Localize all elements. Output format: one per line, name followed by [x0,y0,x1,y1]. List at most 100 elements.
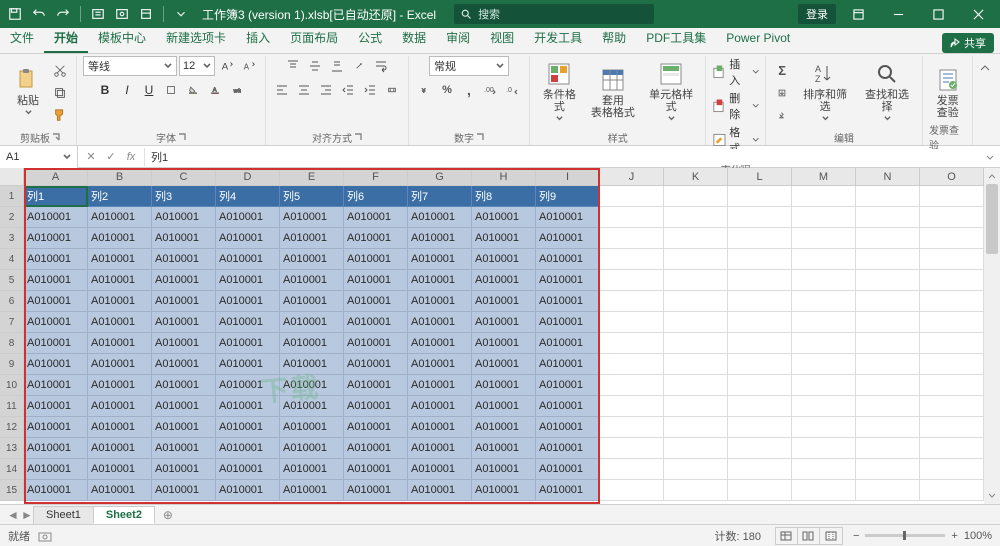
cell[interactable]: A010001 [408,333,472,354]
cell[interactable]: A010001 [408,417,472,438]
cell[interactable]: A010001 [24,417,88,438]
cell[interactable] [920,228,984,249]
cell[interactable] [792,291,856,312]
cell[interactable]: A010001 [536,354,600,375]
cell[interactable] [856,333,920,354]
scroll-thumb[interactable] [986,184,998,254]
cell[interactable]: A010001 [216,375,280,396]
cell[interactable] [856,417,920,438]
cell[interactable] [792,480,856,501]
cell[interactable]: A010001 [216,228,280,249]
cell[interactable]: A010001 [536,249,600,270]
ribbon-tab[interactable]: 数据 [392,25,436,53]
cell[interactable]: 列5 [280,186,344,207]
cell[interactable]: A010001 [88,249,152,270]
cell[interactable] [856,249,920,270]
cell[interactable]: A010001 [536,228,600,249]
cell[interactable] [856,291,920,312]
row-header[interactable]: 13 [0,438,24,459]
cell[interactable]: A010001 [152,312,216,333]
cell[interactable] [600,333,664,354]
cell[interactable]: A010001 [472,312,536,333]
invoice-check-button[interactable]: 发票 查验 [930,64,966,121]
minimize-icon[interactable] [880,0,916,28]
column-header[interactable]: J [600,168,664,186]
cell[interactable] [920,354,984,375]
cell[interactable] [728,291,792,312]
cell[interactable]: A010001 [152,438,216,459]
row-header[interactable]: 15 [0,480,24,501]
cell[interactable] [600,396,664,417]
border-icon[interactable] [161,80,181,100]
cell[interactable] [664,396,728,417]
cell[interactable]: A010001 [344,333,408,354]
cell[interactable] [856,228,920,249]
phonetic-icon[interactable]: wén [227,80,247,100]
align-right-icon[interactable] [316,80,336,100]
wrap-text-icon[interactable] [371,56,391,76]
cell[interactable]: A010001 [24,312,88,333]
conditional-format-button[interactable]: 条件格式 [536,58,583,127]
cell[interactable] [664,375,728,396]
cell[interactable] [664,312,728,333]
cell[interactable] [792,312,856,333]
cell[interactable]: A010001 [24,396,88,417]
cell[interactable] [728,186,792,207]
cell[interactable]: A010001 [24,249,88,270]
cell[interactable]: A010001 [152,291,216,312]
cell[interactable] [728,312,792,333]
column-header[interactable]: O [920,168,984,186]
cell[interactable] [920,186,984,207]
cell[interactable]: A010001 [280,480,344,501]
cell[interactable]: A010001 [88,354,152,375]
cell[interactable]: A010001 [344,354,408,375]
cell[interactable]: A010001 [536,480,600,501]
cell[interactable]: A010001 [216,333,280,354]
cell[interactable] [856,312,920,333]
cell[interactable]: A010001 [24,270,88,291]
cell[interactable]: A010001 [536,333,600,354]
cell[interactable] [728,354,792,375]
column-header[interactable]: L [728,168,792,186]
cell[interactable] [728,207,792,228]
undo-icon[interactable] [28,3,50,25]
font-color-icon[interactable]: A [205,80,225,100]
cell[interactable]: A010001 [344,480,408,501]
cell[interactable]: A010001 [472,270,536,291]
vertical-scrollbar[interactable] [984,168,1000,504]
ribbon-tab[interactable]: 文件 [0,25,44,53]
cell[interactable] [664,459,728,480]
cell[interactable] [728,417,792,438]
cell[interactable]: A010001 [280,333,344,354]
cell[interactable]: A010001 [216,312,280,333]
qat-btn-2[interactable] [111,3,133,25]
cell[interactable]: A010001 [536,270,600,291]
orientation-icon[interactable] [349,56,369,76]
cell[interactable]: A010001 [472,438,536,459]
cell[interactable]: A010001 [472,459,536,480]
cell[interactable]: A010001 [408,228,472,249]
row-header[interactable]: 8 [0,333,24,354]
cell[interactable]: A010001 [408,438,472,459]
cut-icon[interactable] [50,61,70,81]
ribbon-tab[interactable]: 插入 [236,25,280,53]
cell[interactable] [600,207,664,228]
increase-font-icon[interactable]: A [217,56,237,76]
maximize-icon[interactable] [920,0,956,28]
sheet-tab[interactable]: Sheet1 [33,506,94,524]
cell[interactable] [600,438,664,459]
cell[interactable] [728,396,792,417]
cell[interactable] [792,207,856,228]
ribbon-tab[interactable]: 开发工具 [524,25,592,53]
row-header[interactable]: 10 [0,375,24,396]
cell[interactable]: A010001 [24,291,88,312]
cell[interactable]: 列7 [408,186,472,207]
cell[interactable]: A010001 [344,270,408,291]
sheet-nav-prev-icon[interactable]: ◄ [6,508,20,522]
insert-cells-button[interactable]: 插入 [712,56,759,88]
cell[interactable]: A010001 [216,291,280,312]
cell[interactable]: 列6 [344,186,408,207]
cell[interactable]: A010001 [344,396,408,417]
cell[interactable]: A010001 [408,270,472,291]
expand-formula-icon[interactable] [980,147,1000,167]
